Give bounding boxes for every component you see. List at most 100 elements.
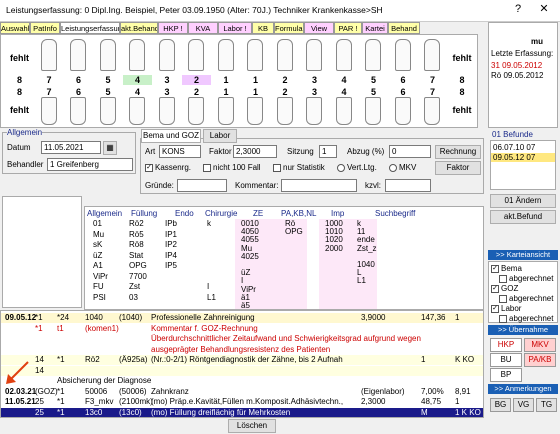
grid-code[interactable]: ViPr xyxy=(93,272,108,281)
tooth-lower[interactable] xyxy=(276,97,293,125)
uebernahme-button-hkp[interactable]: HKP xyxy=(490,338,522,352)
befund-item[interactable]: 06.07.10 07 xyxy=(493,143,535,152)
grid-code[interactable]: L1 xyxy=(207,293,216,302)
tab-0[interactable]: Auswahl xyxy=(0,22,30,34)
befund-aendern-button[interactable]: 01 Ändern xyxy=(490,194,556,208)
gruende-field[interactable] xyxy=(177,179,227,192)
sitzung-field[interactable]: 1 xyxy=(319,145,337,158)
tooth-lower[interactable] xyxy=(424,97,440,125)
datum-field[interactable]: 11.05.2021 xyxy=(41,141,101,154)
list-row[interactable]: *1 t1 (komen1) Kommentar f. GOZ-Rechnung xyxy=(1,323,483,334)
grid-code[interactable]: Zst xyxy=(129,282,140,291)
tooth-upper[interactable] xyxy=(99,39,116,71)
tooth-upper-missing[interactable]: fehlt xyxy=(5,53,34,63)
grid-code[interactable]: ä5 xyxy=(241,301,250,310)
tooth-upper[interactable] xyxy=(424,39,440,71)
code-grid[interactable]: Allgemein Füllung Endo Chirurgie ZE PA,KB,NL I… xyxy=(84,206,484,310)
grid-code[interactable]: IPb xyxy=(165,219,177,228)
grid-code[interactable]: I xyxy=(207,282,209,291)
grid-code[interactable]: 03 xyxy=(129,293,138,302)
behandler-select[interactable]: 1 Greifenberg xyxy=(47,158,133,171)
faktor-button[interactable]: Faktor xyxy=(435,161,481,175)
tab-1[interactable]: PatInfo xyxy=(30,22,60,34)
tooth-upper[interactable] xyxy=(129,39,145,71)
leistungen-list[interactable]: 09.05.12 *1 *24 1040 (1040) Professionelle Za… xyxy=(0,310,484,418)
kartei-checkbox[interactable]: abgerechnet xyxy=(499,274,553,283)
grid-header-4[interactable]: ZE xyxy=(253,209,263,218)
grid-code[interactable]: Zst_z xyxy=(357,244,377,253)
kartei-checkbox[interactable]: abgerechnet xyxy=(499,314,553,323)
grid-code[interactable]: 4025 xyxy=(241,252,259,261)
grid-header-3[interactable]: Chirurgie xyxy=(205,209,237,218)
tab-9[interactable]: View xyxy=(304,22,334,34)
list-row[interactable]: 02.03.21 (GOZ) *1 50006 (50006) Zahnkranz (Eig… xyxy=(1,386,483,397)
grid-code[interactable]: Rö8 xyxy=(129,240,144,249)
grid-code[interactable]: 7700 xyxy=(129,272,147,281)
tooth-upper[interactable] xyxy=(70,39,86,71)
tab-5[interactable]: KVA xyxy=(188,22,218,34)
grid-code[interactable]: sK xyxy=(93,240,102,249)
grid-code[interactable]: Rö2 xyxy=(129,219,144,228)
help-button[interactable]: ? xyxy=(508,2,528,18)
tab-11[interactable]: Kartei xyxy=(362,22,388,34)
grid-code[interactable]: üZ xyxy=(93,251,102,260)
grid-header-5[interactable]: PA,KB,NL xyxy=(281,209,316,218)
anmerkung-button-vg[interactable]: VG xyxy=(513,398,534,412)
befunde-list[interactable]: 06.07.10 07 09.05.12 07 xyxy=(490,140,556,190)
tooth-upper[interactable] xyxy=(276,39,293,71)
grid-code[interactable]: k xyxy=(207,219,211,228)
tab-4[interactable]: HKP ! xyxy=(158,22,188,34)
akt-befund-button[interactable]: akt.Befund xyxy=(490,210,556,224)
grid-code[interactable]: IP1 xyxy=(165,230,177,239)
tab-2[interactable]: Leistungserfassung ! xyxy=(60,22,120,34)
tab-7[interactable]: KB xyxy=(252,22,274,34)
list-row[interactable]: 09.05.12 *1 *24 1040 (1040) Professionelle Za… xyxy=(1,313,483,323)
grid-header-1[interactable]: Füllung xyxy=(131,209,157,218)
tooth-lower[interactable] xyxy=(306,97,322,125)
nicht100-checkbox[interactable]: nicht 100 Fall xyxy=(203,163,261,172)
list-row[interactable]: 25 *1 13c0 (13c0) (mo) Füllung dreiflächig f… xyxy=(1,407,483,417)
uebernahme-button-mkv[interactable]: MKV xyxy=(524,338,556,352)
anmerkungen-header[interactable]: >> Anmerkungen xyxy=(488,384,558,394)
uebernahme-button-bp[interactable]: BP xyxy=(490,368,522,382)
tooth-upper[interactable] xyxy=(40,39,57,71)
befund-item-selected[interactable]: 09.05.12 07 xyxy=(491,153,555,162)
statistik-checkbox[interactable]: nur Statistik xyxy=(273,163,325,172)
tooth-upper-missing[interactable]: fehlt xyxy=(448,53,477,63)
tooth-lower[interactable] xyxy=(394,97,411,125)
tab-labor[interactable]: Labor xyxy=(203,129,237,143)
tooth-lower[interactable] xyxy=(188,97,204,125)
grid-header-6[interactable]: Imp xyxy=(331,209,344,218)
tooth-upper[interactable] xyxy=(247,39,263,71)
calendar-icon[interactable]: ▦ xyxy=(103,141,117,155)
grid-code[interactable]: 2000 xyxy=(325,244,343,253)
tab-bema-goz[interactable]: Bema und GOZ xyxy=(141,129,201,143)
art-select[interactable]: KONS xyxy=(159,145,201,158)
grid-code[interactable]: PSI xyxy=(93,293,106,302)
tab-12[interactable]: Behand xyxy=(388,22,420,34)
favorites-list[interactable] xyxy=(2,196,82,308)
anmerkung-button-bg[interactable]: BG xyxy=(490,398,511,412)
grid-code[interactable]: 01 xyxy=(93,219,102,228)
tooth-chart[interactable]: fehlt 8 8 fehlt 7 7 6 6 5 5 4 4 3 3 2 2 1 1 1 1 2 2 3 3 4 4 5 5 6 6 7 7… xyxy=(0,34,478,128)
grid-header-0[interactable]: Allgemein xyxy=(87,209,122,218)
kartei-checkbox[interactable]: abgerechnet xyxy=(499,294,553,303)
tooth-lower[interactable] xyxy=(217,97,234,125)
kartei-checkbox[interactable]: ✓ Bema xyxy=(491,264,522,273)
list-row[interactable]: 11.05.21 25 *1 F3_mkv (2100mk) (mo) Präp.e.Ka… xyxy=(1,397,483,407)
tooth-lower[interactable] xyxy=(129,97,145,125)
tooth-upper[interactable] xyxy=(158,39,175,71)
list-row[interactable]: 14 xyxy=(1,365,483,376)
mkv-radio[interactable]: MKV xyxy=(389,163,416,172)
grid-code[interactable]: Stat xyxy=(129,251,143,260)
tooth-upper[interactable] xyxy=(335,39,352,71)
grid-code[interactable]: A1 xyxy=(93,261,103,270)
tooth-upper[interactable] xyxy=(217,39,234,71)
grid-code[interactable]: OPG xyxy=(285,227,303,236)
tooth-upper[interactable] xyxy=(188,39,204,71)
tooth-upper[interactable] xyxy=(365,39,381,71)
tooth-lower[interactable] xyxy=(247,97,263,125)
grid-code[interactable]: Mu xyxy=(93,230,104,239)
tooth-lower-missing[interactable]: fehlt xyxy=(5,105,34,115)
vertltg-radio[interactable]: Vert.Ltg. xyxy=(337,163,377,172)
